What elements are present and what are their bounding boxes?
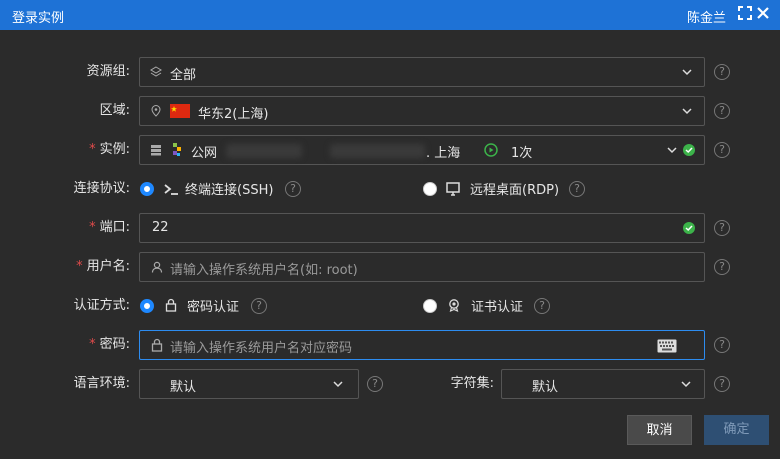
ssh-label: 终端连接(SSH) (185, 183, 274, 198)
instance-select[interactable]: 公网 . 上海 1次 (139, 135, 705, 165)
locale-value: 默认 (170, 380, 197, 395)
check-circle-icon (683, 144, 695, 160)
region-label: 区域: (99, 103, 130, 118)
resource-group-label: 资源组: (86, 64, 130, 79)
port-value: 22 (152, 220, 169, 235)
help-icon[interactable]: ? (714, 64, 730, 80)
help-icon[interactable]: ? (714, 103, 730, 119)
china-flag-icon (170, 104, 190, 118)
play-circle-icon (484, 143, 498, 161)
chevron-down-icon (332, 378, 344, 390)
chevron-down-icon (681, 66, 693, 78)
server-icon (150, 144, 162, 160)
cert-auth-label: 证书认证 (471, 300, 524, 315)
region-select[interactable]: 华东2(上海) (139, 96, 705, 126)
dialog-title: 登录实例 (12, 11, 65, 26)
redacted-instance-name (226, 144, 302, 158)
protocol-label: 连接协议: (73, 181, 130, 196)
protocol-option-ssh[interactable]: 终端连接(SSH) (139, 179, 419, 199)
password-auth-label: 密码认证 (187, 300, 240, 315)
cert-auth-radio[interactable] (423, 299, 437, 313)
lock-icon (151, 338, 163, 356)
instance-os-icon (170, 142, 184, 162)
username-placeholder: 请输入操作系统用户名(如: root) (170, 263, 358, 278)
username-display: 陈金兰 (687, 11, 727, 26)
resource-group-value: 全部 (170, 68, 197, 83)
password-placeholder: 请输入操作系统用户名对应密码 (170, 341, 353, 356)
help-icon[interactable]: ? (367, 376, 383, 392)
help-icon[interactable]: ? (251, 298, 267, 314)
close-icon[interactable] (756, 6, 772, 22)
rdp-label: 远程桌面(RDP) (470, 183, 560, 198)
password-input[interactable]: 请输入操作系统用户名对应密码 (139, 330, 705, 360)
region-value: 华东2(上海) (198, 107, 269, 122)
help-icon[interactable]: ? (714, 376, 730, 392)
instance-location: . 上海 (426, 146, 461, 161)
charset-select[interactable]: 默认 (501, 369, 705, 399)
locale-select[interactable]: 默认 (139, 369, 359, 399)
location-pin-icon (151, 105, 161, 121)
confirm-button[interactable]: 确定 (704, 415, 769, 445)
layers-icon (150, 66, 162, 82)
help-icon[interactable]: ? (714, 142, 730, 158)
help-icon[interactable]: ? (714, 220, 730, 236)
instance-label: * 实例: (89, 142, 130, 157)
rdp-radio[interactable] (423, 182, 437, 196)
locale-label: 语言环境: (73, 376, 130, 391)
username-input[interactable]: 请输入操作系统用户名(如: root) (139, 252, 705, 282)
resource-group-select[interactable]: 全部 (139, 57, 705, 87)
keyboard-icon[interactable] (657, 339, 677, 357)
fullscreen-icon[interactable] (738, 6, 754, 22)
help-icon[interactable]: ? (534, 298, 550, 314)
instance-network: 公网 (191, 146, 218, 161)
chevron-down-icon (666, 144, 678, 156)
username-label: * 用户名: (76, 259, 130, 274)
chevron-down-icon (681, 105, 693, 117)
ssh-radio[interactable] (140, 182, 154, 196)
password-label: * 密码: (89, 337, 130, 352)
help-icon[interactable]: ? (714, 259, 730, 275)
terminal-icon (163, 182, 179, 200)
redacted-instance-ip (330, 144, 425, 158)
port-label: * 端口: (89, 220, 130, 235)
check-circle-icon (683, 222, 695, 238)
login-instance-dialog: 登录实例 陈金兰 资源组: 全部 ? 区域: 华东2(上海) ? * 实例: 公… (0, 0, 780, 459)
monitor-icon (446, 182, 460, 200)
title-bar: 登录实例 陈金兰 (0, 0, 780, 30)
chevron-down-icon (680, 378, 692, 390)
port-input[interactable]: 22 (139, 213, 705, 243)
lock-icon (165, 298, 177, 316)
certificate-icon (447, 298, 461, 316)
help-icon[interactable]: ? (714, 337, 730, 353)
user-icon (151, 261, 163, 277)
charset-value: 默认 (532, 380, 559, 395)
cancel-button[interactable]: 取消 (627, 415, 692, 445)
password-auth-radio[interactable] (140, 299, 154, 313)
charset-label: 字符集: (450, 376, 494, 391)
instance-count: 1次 (511, 146, 533, 161)
auth-method-label: 认证方式: (73, 298, 130, 313)
help-icon[interactable]: ? (569, 181, 585, 197)
help-icon[interactable]: ? (285, 181, 301, 197)
auth-option-certificate[interactable]: 证书认证 (422, 296, 542, 316)
